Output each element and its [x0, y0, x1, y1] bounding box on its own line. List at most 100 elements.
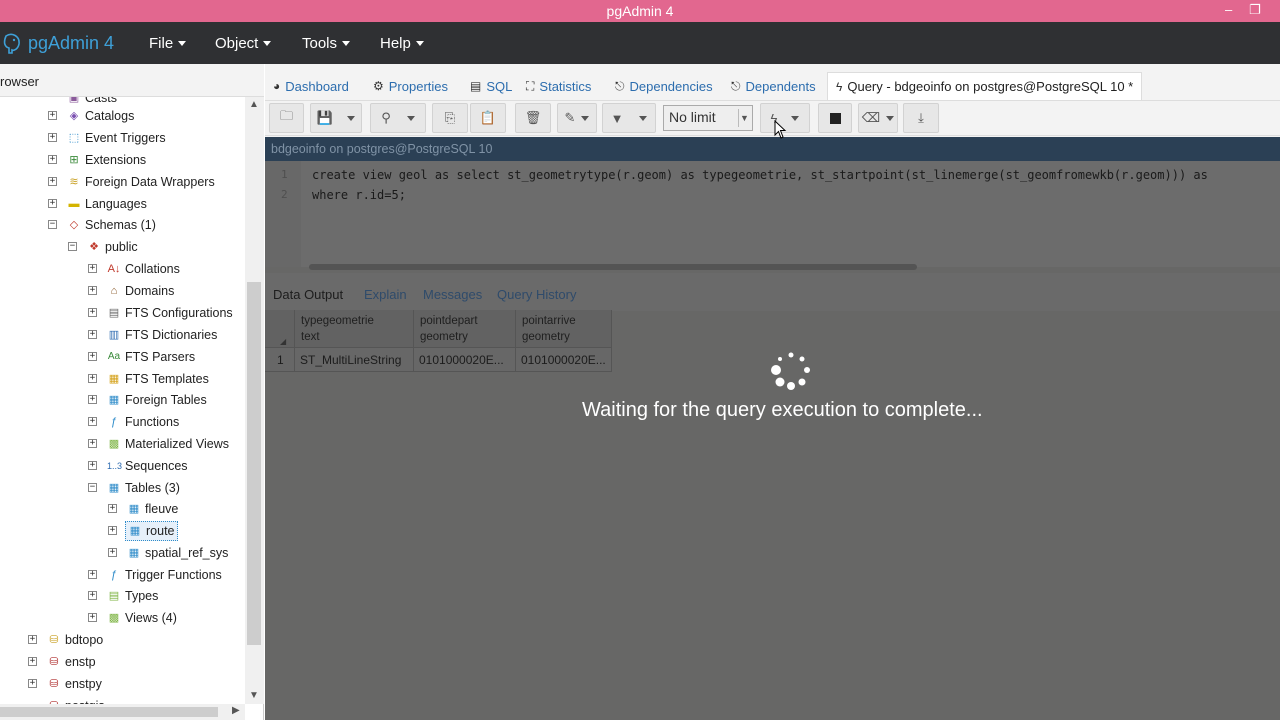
expand-toggle[interactable]: + [88, 286, 97, 295]
expand-toggle[interactable]: + [48, 177, 57, 186]
expand-toggle[interactable]: + [88, 395, 97, 404]
tree-item-enstpy[interactable]: ⛁ enstpy [47, 674, 101, 694]
tab-messages[interactable]: Messages [423, 287, 482, 302]
collapse-toggle[interactable]: − [88, 483, 97, 492]
tree-item-bdtopo[interactable]: ⛁ bdtopo [47, 630, 103, 650]
tree-item-fts-templates[interactable]: ▦ FTS Templates [107, 369, 209, 389]
expand-toggle[interactable]: + [48, 133, 57, 142]
column-header[interactable]: typegeometrie text [295, 310, 414, 348]
expand-toggle[interactable]: + [88, 613, 97, 622]
download-button[interactable]: ⤓ [903, 103, 939, 133]
grid-cell[interactable]: ST_MultiLineString [295, 348, 414, 372]
minimize-button[interactable]: – [1225, 2, 1232, 17]
scroll-thumb[interactable] [247, 282, 261, 645]
menu-tools[interactable]: Tools [302, 35, 351, 52]
tree-item-foreign-tables[interactable]: ▦ Foreign Tables [107, 390, 207, 410]
tab-statistics[interactable]: ⛶ Statistics [526, 72, 591, 100]
edit-button[interactable]: ✎ [557, 103, 597, 133]
expand-toggle[interactable]: + [88, 374, 97, 383]
expand-toggle[interactable]: + [88, 352, 97, 361]
tree-item-fts-parsers[interactable]: Aa FTS Parsers [107, 347, 195, 367]
tree-item-event-triggers[interactable]: ⬚ Event Triggers [67, 128, 166, 148]
tree-item-catalogs[interactable]: ◈ Catalogs [67, 106, 135, 126]
tree-item-materialized-views[interactable]: ▩ Materialized Views [107, 434, 229, 454]
scroll-down-icon[interactable]: ▼ [249, 690, 259, 701]
tree-item-views[interactable]: ▩ Views (4) [107, 608, 177, 628]
paste-button[interactable]: 📋 [470, 103, 506, 133]
tree-item-public[interactable]: ❖ public [87, 237, 138, 257]
tab-dashboard[interactable]: ◕ Dashboard [273, 72, 349, 100]
menu-file[interactable]: File [149, 35, 187, 52]
clear-button[interactable]: ⌫ [858, 103, 898, 133]
tree-item-route[interactable]: ▦ route [125, 521, 178, 541]
sql-editor[interactable]: 1 2 create view geol as select st_geomet… [265, 161, 1280, 270]
expand-toggle[interactable]: + [108, 548, 117, 557]
tab-sql[interactable]: ▤ SQL [470, 72, 512, 100]
tab-query[interactable]: ϟ Query - bdgeoinfo on postgres@PostgreSQ… [827, 72, 1143, 100]
open-file-button[interactable]: 🗀 [269, 103, 304, 133]
tree-item-sequences[interactable]: 1..3 Sequences [107, 456, 188, 476]
scroll-thumb[interactable] [0, 707, 218, 717]
copy-button[interactable]: ⎘ [432, 103, 468, 133]
editor-scrollbar[interactable] [309, 264, 917, 270]
expand-toggle[interactable]: + [108, 526, 117, 535]
tree-horizontal-scrollbar[interactable]: ▶ [0, 704, 245, 720]
row-number[interactable]: 1 [265, 348, 295, 372]
expand-toggle[interactable]: + [88, 264, 97, 273]
expand-toggle[interactable]: + [28, 635, 37, 644]
grid-corner[interactable]: ◢ [265, 310, 295, 348]
tree-item-postgis[interactable]: ⛁postgis [47, 696, 104, 704]
tree-item-fleuve[interactable]: ▦ fleuve [127, 499, 179, 519]
tree-item-trigger-functions[interactable]: ƒ Trigger Functions [107, 565, 222, 585]
tree-item-tables[interactable]: ▦ Tables (3) [107, 478, 180, 498]
grid-cell[interactable]: 0101000020E... [414, 348, 516, 372]
tree-item-fdw[interactable]: ≋ Foreign Data Wrappers [67, 172, 214, 192]
column-header[interactable]: pointdepart geometry [414, 310, 516, 348]
expand-toggle[interactable]: + [48, 155, 57, 164]
tree-item-languages[interactable]: ▬ Languages [67, 194, 147, 214]
tree-item-types[interactable]: ▤ Types [107, 586, 159, 606]
expand-toggle[interactable]: + [88, 570, 97, 579]
tab-query-history[interactable]: Query History [497, 287, 576, 302]
tab-explain[interactable]: Explain [364, 287, 407, 302]
tab-data-output[interactable]: Data Output [273, 287, 343, 302]
expand-toggle[interactable]: + [88, 417, 97, 426]
tab-dependents[interactable]: ⎋ Dependents [731, 72, 816, 100]
tab-properties[interactable]: ⚙ Properties [373, 72, 448, 100]
expand-toggle[interactable]: + [88, 591, 97, 600]
expand-toggle[interactable]: + [108, 504, 117, 513]
tree-item-fts-configurations[interactable]: ▤ FTS Configurations [107, 303, 233, 323]
tree-item-domains[interactable]: ⌂ Domains [107, 281, 175, 301]
tree-item-extensions[interactable]: ⊞ Extensions [67, 150, 146, 170]
tab-dependencies[interactable]: ⎋ Dependencies [615, 72, 713, 100]
expand-toggle[interactable]: + [88, 308, 97, 317]
brand[interactable]: pgAdmin 4 [0, 32, 114, 54]
tree-item-spatial-ref-sys[interactable]: ▦ spatial_ref_sys [127, 543, 229, 563]
tree-item-collations[interactable]: A↓ Collations [107, 259, 180, 279]
scroll-right-icon[interactable]: ▶ [232, 705, 240, 716]
expand-toggle[interactable]: + [28, 679, 37, 688]
tree-item-functions[interactable]: ƒ Functions [107, 412, 179, 432]
delete-button[interactable]: 🗑 [515, 103, 551, 133]
expand-toggle[interactable]: + [88, 330, 97, 339]
find-button[interactable]: ⚲ [370, 103, 426, 133]
menu-object[interactable]: Object [215, 35, 272, 52]
expand-toggle[interactable]: + [88, 439, 97, 448]
collapse-toggle[interactable]: − [68, 242, 77, 251]
expand-toggle[interactable]: + [48, 111, 57, 120]
menu-help[interactable]: Help [380, 35, 424, 52]
row-limit-select[interactable]: No limit ▼ [663, 105, 753, 131]
tree-vertical-scrollbar[interactable]: ▲ ▼ [245, 97, 264, 704]
column-header[interactable]: pointarrive geometry [516, 310, 612, 348]
stop-button[interactable] [818, 103, 852, 133]
collapse-toggle[interactable]: − [48, 220, 57, 229]
tree-item-fts-dictionaries[interactable]: ▥ FTS Dictionaries [107, 325, 218, 345]
tree-item-enstp[interactable]: ⛁ enstp [47, 652, 95, 672]
save-button[interactable]: 💾 [310, 103, 362, 133]
expand-toggle[interactable]: + [88, 461, 97, 470]
expand-toggle[interactable]: + [28, 657, 37, 666]
scroll-up-icon[interactable]: ▲ [249, 99, 259, 110]
tree-item-schemas[interactable]: ◇ Schemas (1) [67, 215, 156, 235]
restore-button[interactable]: ❐ [1249, 2, 1261, 18]
expand-toggle[interactable]: + [48, 199, 57, 208]
